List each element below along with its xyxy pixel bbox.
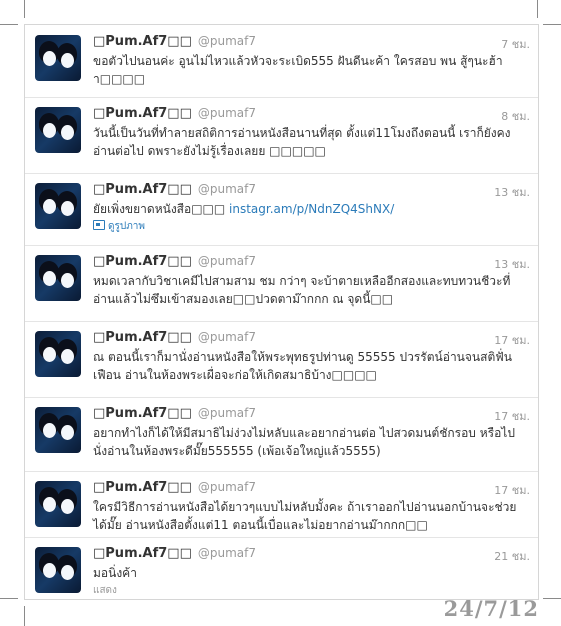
tweet-text: ใครมีวิธีการอ่านหนังสือได้ยาวๆแบบไม่หลับ… [93, 500, 517, 532]
tweet-author[interactable]: □Pum.Af7□□ @pumaf7 [93, 546, 256, 561]
tweet-handle[interactable]: @pumaf7 [198, 34, 256, 48]
crop-mark [24, 606, 25, 626]
tweet-text: วันนี้เป็นวันที่ทำลายสถิติการอ่านหนังสือ… [93, 126, 511, 158]
tweet-item[interactable]: □Pum.Af7□□ @pumaf7 7 ชม. ขอตัวไปนอนค่ะ อู… [25, 25, 538, 98]
tweet-item[interactable]: □Pum.Af7□□ @pumaf7 13 ชม. ยัยเพิ่งขยาดหนั… [25, 173, 538, 246]
tweet-time[interactable]: 13 ชม. [494, 183, 530, 201]
avatar[interactable] [35, 331, 81, 377]
tweet-time[interactable]: 13 ชม. [494, 255, 530, 273]
tweet-text: หมดเวลากับวิชาเคมีไปสามสาม ชม กว่าๆ จะบ้… [93, 274, 511, 306]
tweet-item[interactable]: □Pum.Af7□□ @pumaf7 17 ชม. อยากทำไงก็ได้ให… [25, 397, 538, 472]
avatar[interactable] [35, 481, 81, 527]
crop-mark [24, 0, 25, 18]
tweet-time[interactable]: 7 ชม. [501, 35, 530, 53]
tweet-time[interactable]: 21 ชม. [494, 547, 530, 565]
tweet-author[interactable]: □Pum.Af7□□ @pumaf7 [93, 182, 256, 197]
tweet-author[interactable]: □Pum.Af7□□ @pumaf7 [93, 34, 256, 49]
tweet-item[interactable]: □Pum.Af7□□ @pumaf7 13 ชม. หมดเวลากับวิชาเ… [25, 245, 538, 322]
tweet-handle[interactable]: @pumaf7 [198, 254, 256, 268]
tweet-author[interactable]: □Pum.Af7□□ @pumaf7 [93, 406, 256, 421]
tweet-item[interactable]: □Pum.Af7□□ @pumaf7 17 ชม. ใครมีวิธีการอ่า… [25, 471, 538, 538]
crop-mark [0, 598, 18, 599]
crop-mark [543, 598, 561, 599]
expand-link[interactable]: แสดง [93, 583, 117, 598]
crop-mark [543, 24, 561, 25]
tweet-text: อยากทำไงก็ได้ให้มีสมาธิไม่ง่วงไม่หลับและ… [93, 426, 515, 458]
tweet-item[interactable]: □Pum.Af7□□ @pumaf7 8 ชม. วันนี้เป็นวันที่… [25, 97, 538, 174]
tweet-item[interactable]: □Pum.Af7□□ @pumaf7 21 ชม. มอนิ่งค้า แสดง [25, 537, 538, 598]
avatar[interactable] [35, 35, 81, 81]
tweet-item[interactable]: □Pum.Af7□□ @pumaf7 17 ชม. ณ ตอนนี้เราก็มา… [25, 321, 538, 398]
tweet-text: ขอตัวไปนอนค่ะ อูนไม่ไหวแล้วหัวจะระเบิด55… [93, 54, 503, 86]
avatar[interactable] [35, 255, 81, 301]
tweet-text: ยัยเพิ่งขยาดหนังสือ□□□ instagr.am/p/NdnZ… [93, 202, 395, 216]
tweet-text: ณ ตอนนี้เราก็มานั่งอ่านหนังสือให้พระพุทธ… [93, 350, 512, 382]
tweet-handle[interactable]: @pumaf7 [198, 106, 256, 120]
tweet-handle[interactable]: @pumaf7 [198, 480, 256, 494]
crop-mark [537, 0, 538, 18]
tweet-time[interactable]: 17 ชม. [494, 407, 530, 425]
tweet-text: มอนิ่งค้า [93, 566, 137, 580]
photo-icon [93, 220, 105, 230]
avatar[interactable] [35, 547, 81, 593]
crop-mark [0, 24, 18, 25]
tweet-author[interactable]: □Pum.Af7□□ @pumaf7 [93, 330, 256, 345]
avatar[interactable] [35, 107, 81, 153]
tweet-handle[interactable]: @pumaf7 [198, 406, 256, 420]
view-photo-link[interactable]: ดูรูปภาพ [93, 219, 145, 234]
date-stamp: 24/7/12 [443, 596, 539, 621]
tweet-handle[interactable]: @pumaf7 [198, 546, 256, 560]
instagram-link[interactable]: instagr.am/p/NdnZQ4ShNX/ [229, 202, 394, 216]
avatar[interactable] [35, 183, 81, 229]
tweet-timeline: □Pum.Af7□□ @pumaf7 7 ชม. ขอตัวไปนอนค่ะ อู… [24, 24, 539, 600]
tweet-author[interactable]: □Pum.Af7□□ @pumaf7 [93, 106, 256, 121]
avatar[interactable] [35, 407, 81, 453]
tweet-time[interactable]: 8 ชม. [501, 107, 530, 125]
tweet-author[interactable]: □Pum.Af7□□ @pumaf7 [93, 480, 256, 495]
tweet-time[interactable]: 17 ชม. [494, 331, 530, 349]
tweet-author[interactable]: □Pum.Af7□□ @pumaf7 [93, 254, 256, 269]
tweet-time[interactable]: 17 ชม. [494, 481, 530, 499]
tweet-handle[interactable]: @pumaf7 [198, 330, 256, 344]
tweet-handle[interactable]: @pumaf7 [198, 182, 256, 196]
